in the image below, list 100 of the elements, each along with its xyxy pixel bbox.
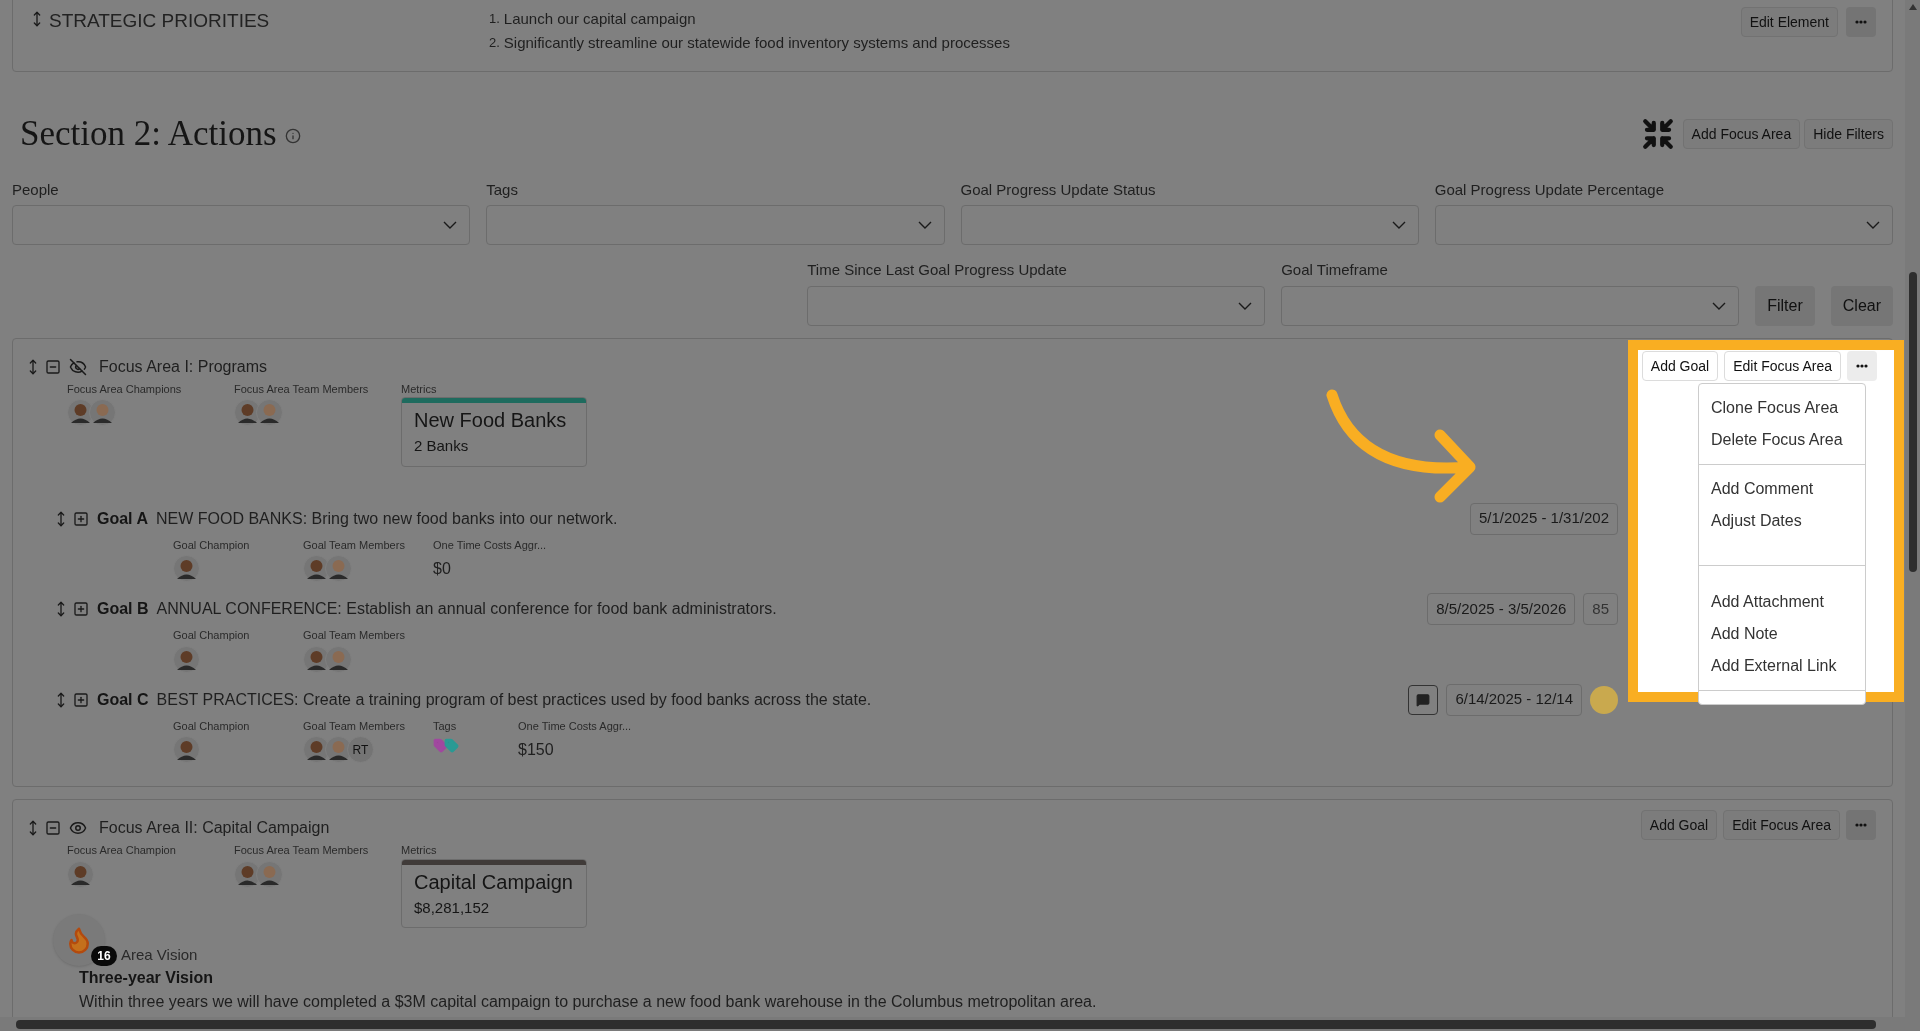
- focus-area-button[interactable]: Edit Focus Area: [1724, 351, 1841, 381]
- menu-item[interactable]: Adjust Dates: [1699, 505, 1865, 537]
- focus-area-button[interactable]: Add Goal: [1641, 351, 1719, 381]
- filter-label: Time Since Last Goal Progress Update: [807, 260, 1068, 280]
- field-label: Focus Area Team Members: [234, 381, 370, 397]
- filter-button[interactable]: Filter: [1755, 285, 1815, 326]
- goal-label: Goal A: [97, 508, 148, 529]
- field-value: $0: [433, 559, 452, 579]
- avatar: [325, 555, 352, 582]
- avatar: [89, 399, 116, 426]
- list-number: 2.: [489, 34, 500, 52]
- chevron-down-icon: [1712, 301, 1727, 310]
- more-icon: [1855, 823, 1867, 827]
- filter-label: Tags: [486, 179, 519, 200]
- vision-label: Area Vision: [121, 944, 198, 965]
- info-icon[interactable]: [284, 128, 301, 145]
- field-label: One Time Costs Aggr...: [518, 718, 633, 734]
- menu-item[interactable]: Add External Link: [1699, 650, 1865, 682]
- card-title: STRATEGIC PRIORITIES: [49, 9, 270, 33]
- filter-label: People: [12, 179, 60, 200]
- field-label: Goal Team Members: [303, 718, 406, 734]
- eye-off-icon[interactable]: [69, 357, 87, 376]
- menu-item[interactable]: Delete Focus Area: [1699, 424, 1865, 456]
- section-button[interactable]: Hide Filters: [1804, 119, 1893, 150]
- field-label: Goal Team Members: [303, 628, 406, 643]
- priority-item: Significantly streamline our statewide food inventory systems and processes: [503, 33, 1010, 53]
- clear-button[interactable]: Clear: [1830, 285, 1893, 326]
- avatar: [325, 736, 352, 763]
- focus-area-title: Focus Area I: Programs: [99, 356, 268, 377]
- avatar: [325, 645, 352, 673]
- priority-item: Launch our capital campaign: [503, 9, 696, 29]
- menu-item[interactable]: Add Note: [1699, 618, 1865, 650]
- goal-title[interactable]: ANNUAL CONFERENCE: Establish an annual conference for food bank administrators.: [156, 597, 777, 621]
- horizontal-scrollbar[interactable]: [0, 1017, 1920, 1031]
- metric-value: 2 Banks: [414, 436, 470, 456]
- list-number: 1.: [489, 10, 500, 28]
- field-label: Metrics: [401, 381, 438, 397]
- field-value: $150: [518, 740, 555, 760]
- avatar: [173, 645, 200, 673]
- section-button[interactable]: Add Focus Area: [1682, 119, 1801, 150]
- field-label: Focus Area Champions: [67, 381, 183, 397]
- initials-avatar: RT: [347, 736, 374, 763]
- count-badge: 16: [91, 946, 117, 966]
- metric-title: New Food Banks: [414, 408, 568, 433]
- avatar: [256, 399, 283, 426]
- menu-item[interactable]: Add Attachment: [1699, 586, 1865, 618]
- date-range-field[interactable]: 6/14/2025 - 12/14: [1446, 683, 1582, 716]
- goal-label: Goal C: [97, 689, 149, 710]
- collapse-icon[interactable]: [45, 820, 61, 836]
- avatar: [256, 860, 283, 888]
- metric-title: Capital Campaign: [414, 869, 574, 895]
- focus-area-button[interactable]: Add Goal: [1640, 810, 1718, 840]
- vision-title: Three-year Vision: [79, 968, 214, 988]
- comment-button[interactable]: [1408, 684, 1439, 715]
- field-label: Goal Team Members: [303, 537, 406, 553]
- shrink-icon[interactable]: [1640, 117, 1675, 152]
- filter-label: Goal Timeframe: [1281, 260, 1389, 280]
- goal-title[interactable]: NEW FOOD BANKS: Bring two new food banks into our network.: [155, 506, 618, 531]
- eye-icon[interactable]: [69, 819, 87, 837]
- more-button[interactable]: [1846, 7, 1876, 37]
- edit-element-button[interactable]: Edit Element: [1740, 7, 1838, 37]
- avatar: [67, 860, 94, 888]
- field-label: Focus Area Team Members: [234, 843, 370, 858]
- filter-label: Goal Progress Update Percentage: [1434, 179, 1666, 200]
- field-label: Goal Champion: [173, 537, 251, 553]
- menu-item[interactable]: Clone Focus Area: [1699, 392, 1865, 424]
- field-label: Tags: [433, 718, 458, 734]
- goal-title[interactable]: BEST PRACTICES: Create a training program of best practices used by food banks across the state.: [156, 687, 872, 712]
- percent-field[interactable]: 85: [1583, 593, 1618, 625]
- avatar: [173, 555, 200, 582]
- field-label: Goal Champion: [173, 628, 251, 643]
- field-label: One Time Costs Aggr...: [433, 537, 548, 553]
- more-button[interactable]: [1846, 810, 1876, 840]
- avatar: [173, 736, 200, 763]
- metric-value: $8,281,152: [414, 897, 491, 918]
- expand-icon[interactable]: [73, 601, 89, 617]
- focus-area-title: Focus Area II: Capital Campaign: [99, 818, 330, 838]
- date-range-field[interactable]: 8/5/2025 - 3/5/2026: [1427, 593, 1576, 625]
- focus-area-button[interactable]: Edit Focus Area: [1723, 810, 1840, 840]
- field-label: Metrics: [401, 843, 438, 858]
- scrollbar-thumb[interactable]: [1908, 272, 1917, 572]
- field-label: Focus Area Champion: [67, 843, 177, 858]
- filter-label: Goal Progress Update Status: [960, 179, 1157, 200]
- chevron-down-icon: [1238, 301, 1253, 310]
- vision-text: Within three years we will have completed a $3M capital campaign to purchase a new food bank warehouse in the Columbus metropolitan area.: [79, 992, 1098, 1012]
- expand-icon[interactable]: [73, 510, 89, 527]
- vertical-scrollbar[interactable]: [1905, 0, 1920, 1017]
- more-icon: [1856, 364, 1868, 368]
- section-title: Section 2: Actions: [20, 113, 277, 155]
- scroll-up-icon[interactable]: [1908, 4, 1917, 10]
- chevron-down-icon: [1391, 221, 1406, 229]
- menu-item[interactable]: Add Comment: [1699, 473, 1865, 505]
- scrollbar-thumb[interactable]: [16, 1019, 1876, 1029]
- comment-icon: [1416, 692, 1431, 707]
- date-range-field[interactable]: 5/1/2025 - 1/31/202: [1469, 502, 1618, 535]
- more-icon: [1855, 20, 1867, 24]
- more-button[interactable]: [1847, 351, 1877, 381]
- collapse-icon[interactable]: [45, 358, 61, 375]
- field-label: Goal Champion: [173, 718, 251, 734]
- expand-icon[interactable]: [73, 691, 89, 708]
